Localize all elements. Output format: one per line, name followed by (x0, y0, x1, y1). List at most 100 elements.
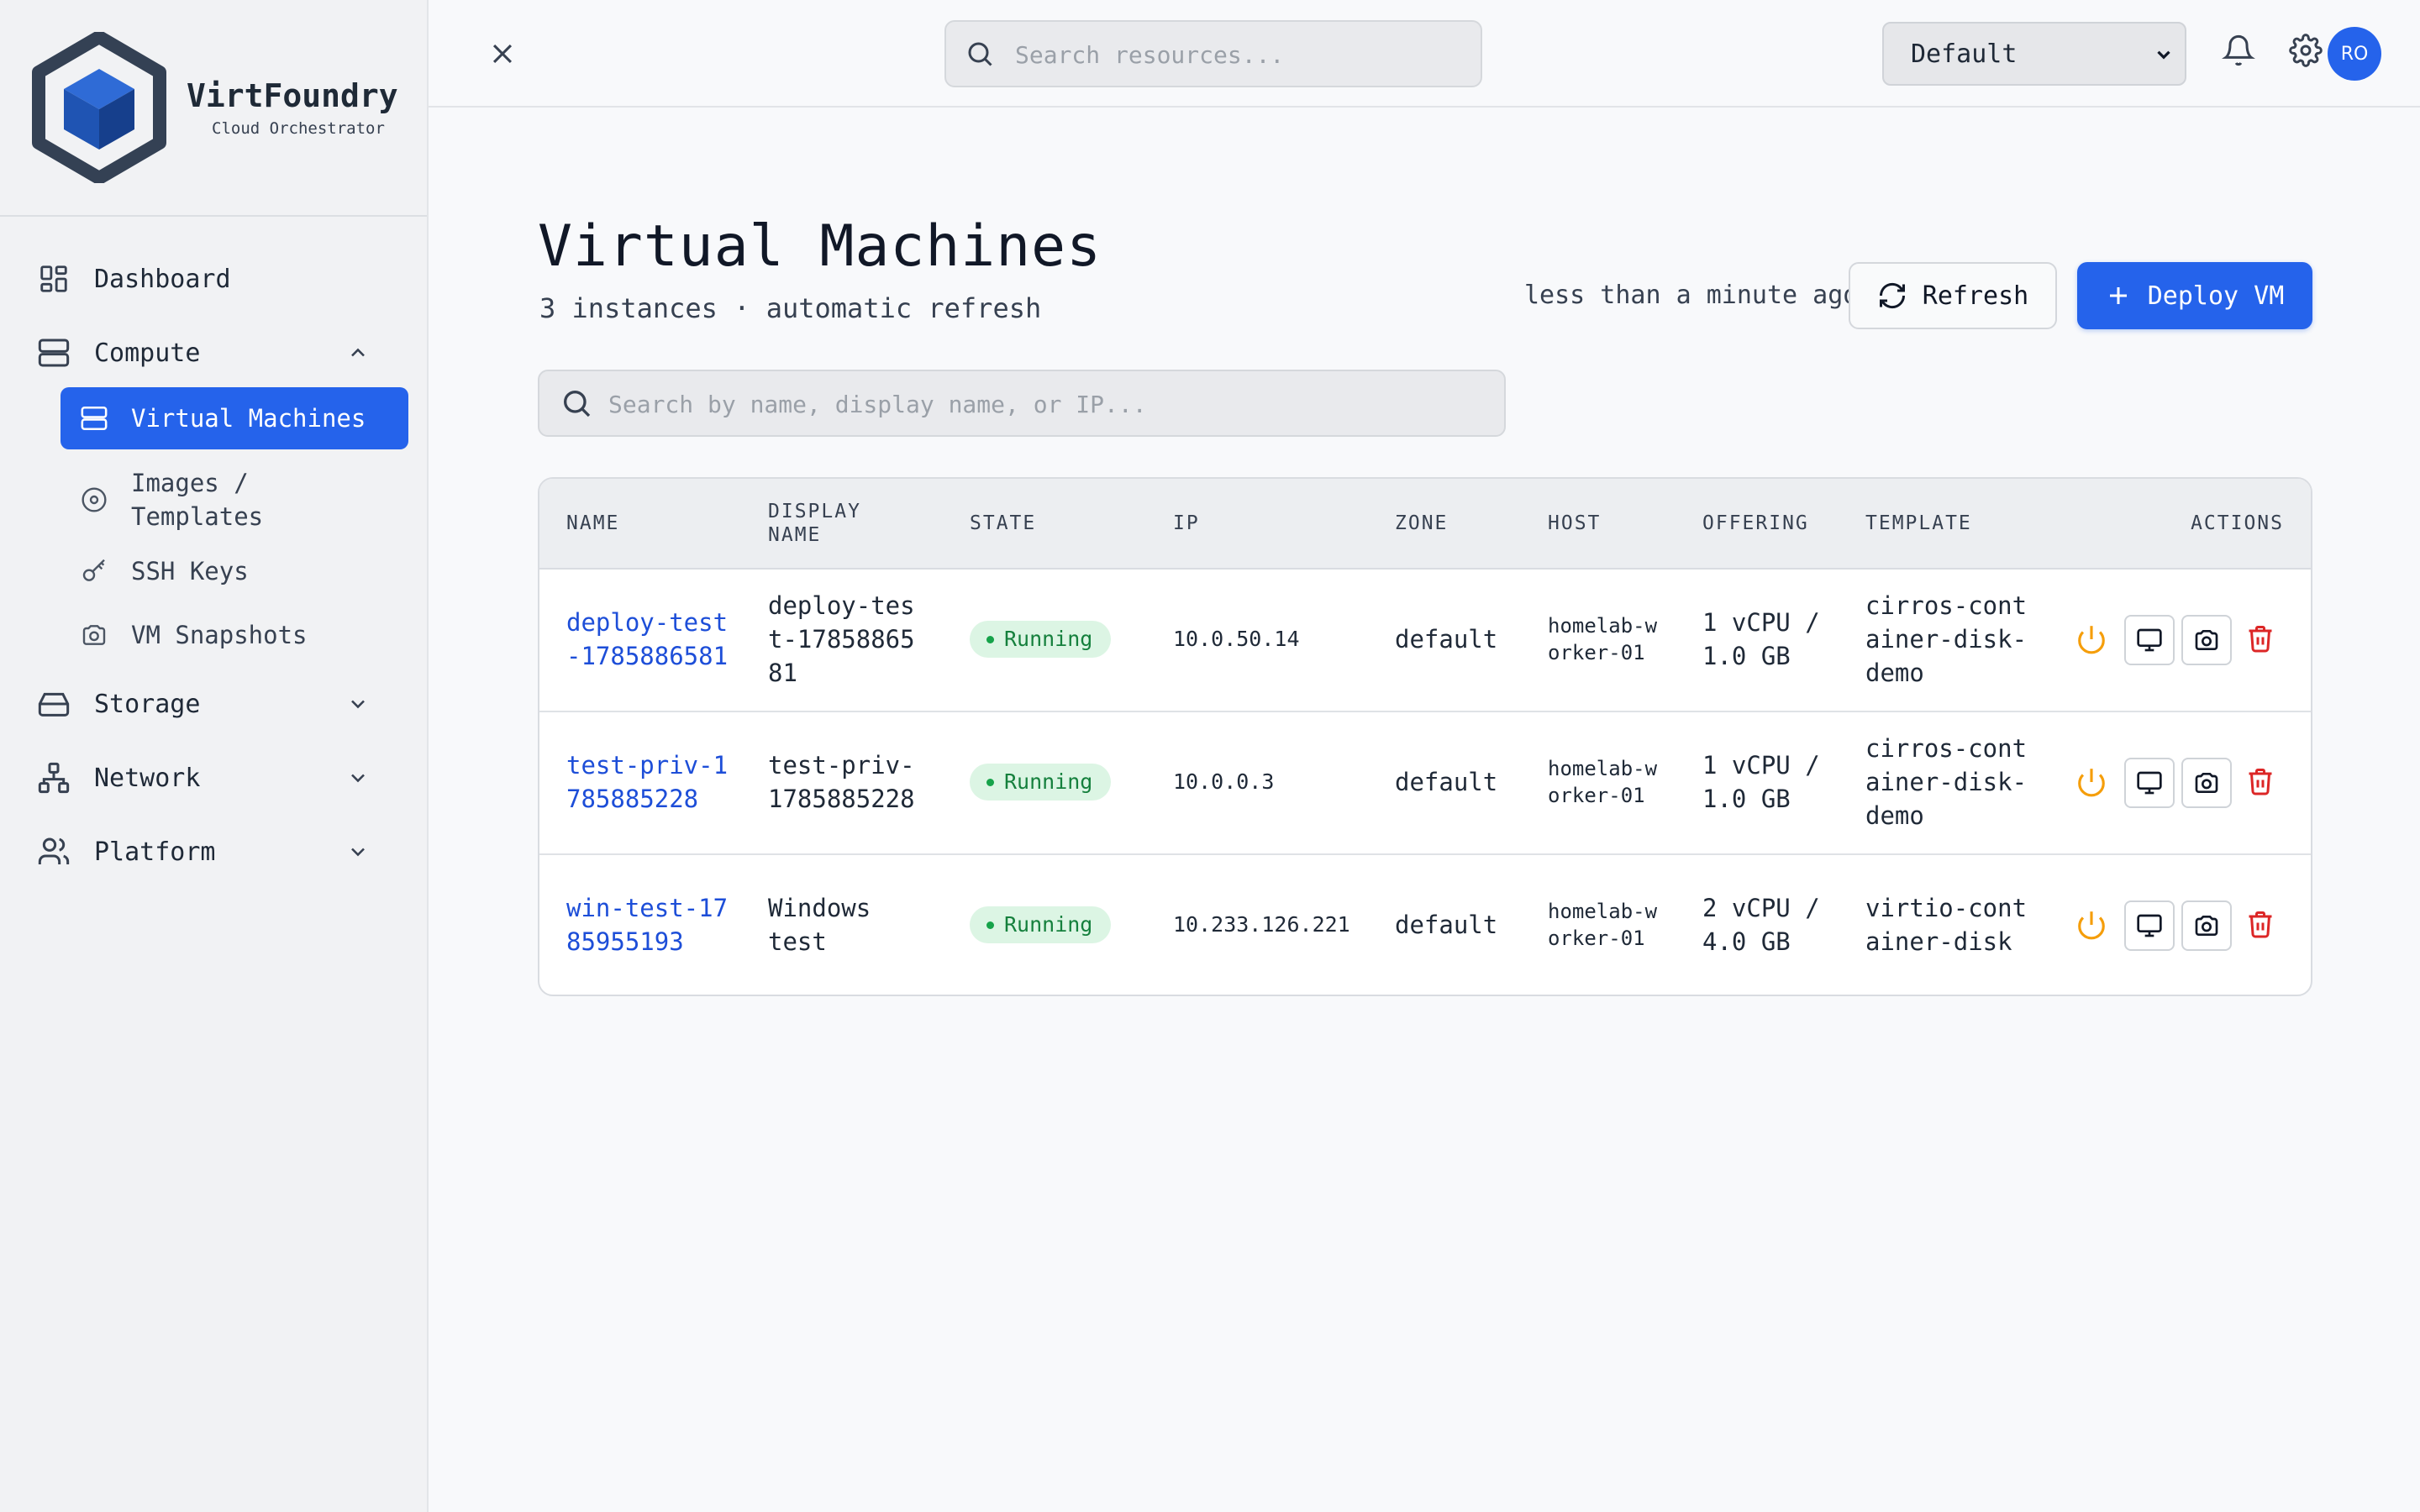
column-header-display-name[interactable]: DISPLAY NAME (768, 479, 869, 568)
vm-ip: 10.0.0.3 (1173, 769, 1275, 794)
global-search (944, 20, 1482, 87)
sidebar-item-vm-snapshots[interactable]: VM Snapshots (60, 610, 408, 660)
snapshot-button[interactable] (2181, 758, 2232, 808)
camera-icon (2193, 627, 2220, 654)
console-button[interactable] (2124, 758, 2175, 808)
server-icon (34, 333, 74, 373)
page-title: Virtual Machines (538, 213, 1102, 280)
topbar: Default RO (429, 0, 2420, 108)
power-icon[interactable] (2075, 623, 2107, 655)
global-search-input[interactable] (1013, 22, 1470, 87)
sidebar-item-images-templates[interactable]: Images / Templates (60, 462, 408, 538)
refresh-icon (1877, 281, 1907, 311)
status-dot-icon (986, 921, 994, 929)
chevron-down-icon (346, 840, 370, 864)
bell-icon (2222, 34, 2255, 67)
vm-search-input[interactable] (607, 371, 1492, 437)
sidebar-item-virtual-machines[interactable]: Virtual Machines (60, 387, 408, 449)
vm-offering: 2 vCPU / 4.0 GB (1702, 894, 1820, 956)
chevron-down-icon (346, 766, 370, 790)
table-row[interactable]: win-test-1785955193 Windows test Running… (539, 853, 2311, 995)
environment-select-value: Default (1911, 39, 2018, 69)
brand-logo-icon[interactable] (30, 32, 168, 183)
vm-host: homelab-worker-01 (1548, 900, 1658, 950)
chevron-down-icon (2153, 44, 2175, 66)
table-row[interactable]: test-priv-1785885228 test-priv-178588522… (539, 711, 2311, 855)
snapshot-button[interactable] (2181, 615, 2232, 665)
user-avatar[interactable]: RO (2328, 27, 2381, 81)
vm-name-cell: deploy-test-1785886581 (566, 568, 734, 711)
sidebar-item-platform[interactable]: Platform (34, 827, 395, 877)
column-header-zone[interactable]: ZONE (1395, 479, 1448, 568)
column-header-name[interactable]: NAME (566, 479, 619, 568)
vm-table: NAME DISPLAY NAME STATE IP ZONE HOST OFF… (538, 477, 2312, 996)
sidebar-item-compute[interactable]: Compute (34, 328, 395, 378)
refresh-button[interactable]: Refresh (1849, 262, 2057, 329)
vm-display-name: Windows test (768, 894, 871, 956)
column-header-actions: ACTIONS (2191, 512, 2284, 534)
vm-offering: 1 vCPU / 1.0 GB (1702, 751, 1820, 813)
vm-host: homelab-worker-01 (1548, 757, 1658, 807)
sidebar-item-label: SSH Keys (131, 557, 249, 585)
trash-icon[interactable] (2245, 909, 2275, 939)
column-header-host[interactable]: HOST (1548, 479, 1601, 568)
status-dot-icon (986, 778, 994, 786)
chevron-down-icon (346, 692, 370, 716)
brand-name: VirtFoundry (187, 77, 398, 114)
notifications-button[interactable] (2222, 34, 2255, 67)
trash-icon[interactable] (2245, 766, 2275, 796)
monitor-icon (2136, 769, 2163, 796)
deploy-vm-button[interactable]: Deploy VM (2077, 262, 2312, 329)
last-updated-text: less than a minute ago (1524, 281, 1859, 310)
column-header-state[interactable]: STATE (970, 479, 1036, 568)
close-sidebar-button[interactable] (482, 34, 523, 74)
column-header-template[interactable]: TEMPLATE (1865, 479, 1972, 568)
sidebar-item-label: Dashboard (94, 264, 231, 294)
search-icon (965, 39, 995, 69)
settings-button[interactable] (2289, 34, 2323, 67)
vm-template: cirros-container-disk-demo (1865, 591, 2028, 687)
vm-name-link[interactable]: deploy-test-1785886581 (566, 606, 734, 673)
console-button[interactable] (2124, 900, 2175, 951)
power-icon[interactable] (2075, 766, 2107, 798)
table-row[interactable]: deploy-test-1785886581 deploy-test-17858… (539, 568, 2311, 712)
column-header-ip[interactable]: IP (1173, 479, 1200, 568)
sidebar-item-dashboard[interactable]: Dashboard (34, 254, 395, 304)
vm-offering: 1 vCPU / 1.0 GB (1702, 608, 1820, 670)
page-subtitle: 3 instances · automatic refresh (539, 292, 1042, 324)
sidebar-item-label: Virtual Machines (131, 404, 366, 433)
sidebar-item-storage[interactable]: Storage (34, 679, 395, 729)
gear-icon (2289, 34, 2323, 67)
power-icon[interactable] (2075, 909, 2107, 941)
vm-ip: 10.0.50.14 (1173, 627, 1300, 651)
sidebar-item-label: Storage (94, 689, 201, 719)
sidebar-item-ssh-keys[interactable]: SSH Keys (60, 546, 408, 596)
close-icon (488, 39, 517, 68)
trash-icon[interactable] (2245, 623, 2275, 654)
status-badge: Running (970, 621, 1112, 658)
monitor-icon (2136, 627, 2163, 654)
camera-icon (79, 620, 109, 650)
vm-state-cell: Running (970, 853, 1112, 995)
chevron-up-icon (346, 341, 370, 365)
search-icon (560, 386, 593, 420)
vm-name-link[interactable]: win-test-1785955193 (566, 891, 734, 958)
status-label: Running (1004, 912, 1093, 937)
vm-display-name: test-priv-1785885228 (768, 751, 915, 813)
sidebar-item-label: Images / Templates (131, 469, 264, 531)
vm-state-cell: Running (970, 711, 1112, 853)
environment-select[interactable]: Default (1882, 22, 2186, 86)
plus-icon (2106, 283, 2131, 308)
column-header-offering[interactable]: OFFERING (1702, 479, 1809, 568)
vm-ip: 10.233.126.221 (1173, 912, 1350, 937)
camera-icon (2193, 769, 2220, 796)
console-button[interactable] (2124, 615, 2175, 665)
snapshot-button[interactable] (2181, 900, 2232, 951)
sidebar-item-network[interactable]: Network (34, 753, 395, 803)
vm-zone: default (1395, 768, 1498, 796)
users-icon (34, 832, 74, 872)
table-header: NAME DISPLAY NAME STATE IP ZONE HOST OFF… (539, 479, 2311, 570)
vm-name-link[interactable]: test-priv-1785885228 (566, 748, 734, 816)
deploy-vm-button-label: Deploy VM (2147, 281, 2285, 311)
key-icon (79, 556, 109, 586)
